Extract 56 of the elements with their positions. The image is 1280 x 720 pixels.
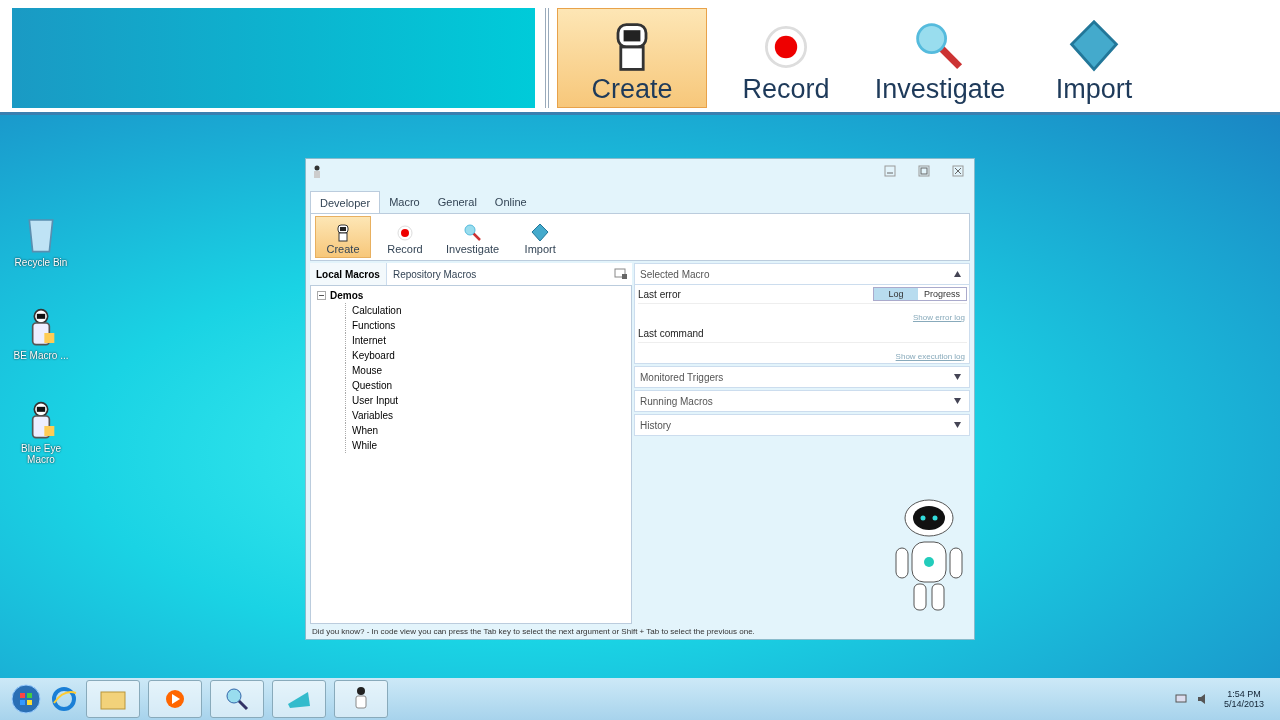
ribbon-button[interactable]: Import xyxy=(512,216,569,258)
clock-time: 1:54 PM xyxy=(1227,689,1261,699)
taskbar-button[interactable] xyxy=(334,680,388,718)
collapse-arrow-icon[interactable] xyxy=(954,271,961,277)
magnifier-icon xyxy=(224,686,250,712)
field-label: Last error xyxy=(638,288,681,300)
robot-icon xyxy=(312,165,322,179)
tree-item[interactable]: Keyboard xyxy=(352,350,395,361)
panel-tab[interactable]: Repository Macros xyxy=(386,263,483,285)
section-title: Selected Macro xyxy=(640,268,710,280)
ribbon-button[interactable]: Create xyxy=(557,8,707,108)
record-icon xyxy=(395,223,415,243)
section-title: History xyxy=(640,419,672,431)
magnifier-icon xyxy=(462,223,483,243)
maximize-icon[interactable] xyxy=(918,165,930,177)
ribbon-tab[interactable]: Online xyxy=(485,191,536,213)
tree-item[interactable]: Calculation xyxy=(352,305,402,316)
window-icon[interactable] xyxy=(614,268,628,280)
ribbon-button[interactable]: Import xyxy=(1019,8,1169,108)
clock[interactable]: 1:54 PM 5/14/2013 xyxy=(1217,689,1270,709)
toggle-button[interactable]: Log xyxy=(874,288,918,300)
tip-text: Did you know? - In code view you can press the Tab key to select the next argument or Shift + Tab to select the previous one. xyxy=(311,626,756,638)
field-label: Last command xyxy=(638,327,704,339)
start-button-icon[interactable] xyxy=(10,683,42,715)
expand-arrow-icon[interactable] xyxy=(954,422,961,428)
tree-item[interactable]: Question xyxy=(352,380,393,391)
ribbon-tab[interactable]: Macro xyxy=(380,191,429,213)
clock-date: 5/14/2013 xyxy=(1223,699,1264,709)
ribbon-tab[interactable]: Developer xyxy=(310,191,381,213)
ribbon-button[interactable]: Create xyxy=(315,216,371,258)
collapse-icon[interactable] xyxy=(317,291,326,300)
section-header[interactable]: Running Macros xyxy=(635,391,969,411)
tree-item[interactable]: While xyxy=(352,440,377,451)
ribbon-button[interactable]: Investigate xyxy=(865,8,1015,108)
tree-item[interactable]: Functions xyxy=(352,320,396,331)
tree-item[interactable]: Internet xyxy=(352,335,386,346)
expand-arrow-icon[interactable] xyxy=(954,374,961,380)
panel-tab[interactable]: Local Macros xyxy=(310,263,387,285)
tree-item[interactable]: Demos xyxy=(330,290,364,301)
browser-icon[interactable] xyxy=(50,685,78,713)
section-title: Running Macros xyxy=(640,395,713,407)
media-player-icon xyxy=(164,688,186,710)
ribbon-tab[interactable]: General xyxy=(428,191,486,213)
close-icon[interactable] xyxy=(952,165,964,177)
expand-arrow-icon[interactable] xyxy=(954,398,961,404)
ribbon-button[interactable]: Investigate xyxy=(439,216,507,258)
tree-item[interactable]: User Input xyxy=(352,395,399,406)
ribbon-button[interactable]: Record xyxy=(377,216,433,258)
section-header[interactable]: Selected Macro xyxy=(635,264,969,284)
tree-item[interactable]: When xyxy=(352,425,379,436)
section-header[interactable]: History xyxy=(635,415,969,435)
section-title: Monitored Triggers xyxy=(640,371,724,383)
tree-item[interactable]: Mouse xyxy=(352,365,382,376)
tree-item[interactable]: Variables xyxy=(352,410,393,421)
section-header[interactable]: Monitored Triggers xyxy=(635,367,969,387)
ribbon-button[interactable]: Record xyxy=(711,8,861,108)
